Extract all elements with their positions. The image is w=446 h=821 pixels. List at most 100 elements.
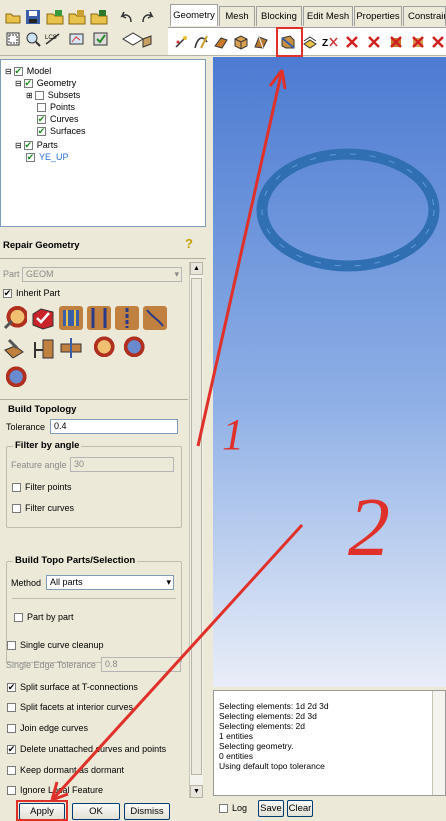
geometry-tools: Z (168, 27, 446, 55)
message-console: Selecting elements: 1d 2d 3d Selecting e… (213, 690, 446, 796)
scroll-up-arrow-icon[interactable]: ▲ (190, 262, 203, 275)
panel-title: Repair Geometry (3, 240, 80, 251)
tolerance-input[interactable]: 0.4 (50, 419, 178, 434)
console-line: Selecting geometry. (219, 741, 294, 751)
close-holes-icon[interactable] (59, 306, 83, 330)
graphics-viewport[interactable] (213, 57, 446, 687)
panel-scroll-area: Part GEOM ▾ ✔ Inherit Part Build Topology … (0, 262, 188, 798)
save-log-button[interactable]: Save (258, 800, 284, 817)
create-curve-icon[interactable] (192, 33, 210, 51)
tree-item-curves[interactable]: ✔ Curves (37, 113, 79, 125)
tab-blocking[interactable]: Blocking (256, 6, 302, 26)
delete-body-icon[interactable] (409, 33, 427, 51)
save-icon[interactable] (24, 8, 42, 26)
expand-icon[interactable]: ⊞ (26, 91, 33, 100)
redo-icon[interactable] (139, 8, 157, 26)
create-surface-icon[interactable] (212, 33, 230, 51)
scroll-down-arrow-icon[interactable]: ▼ (190, 785, 203, 798)
feature-detect-fillets-icon[interactable] (121, 336, 145, 360)
feature-angle-input[interactable]: 30 (70, 457, 174, 472)
open-folder-icon[interactable] (4, 8, 22, 26)
console-line: 0 entities (219, 751, 254, 761)
chevron-down-icon: ▾ (166, 577, 171, 587)
tab-mesh[interactable]: Mesh (219, 6, 255, 26)
clear-log-button[interactable]: Clear (287, 800, 313, 817)
zoom-icon[interactable] (24, 30, 42, 48)
restore-dormant-icon[interactable]: Z (321, 33, 339, 51)
help-icon[interactable]: ? (185, 236, 199, 252)
open-mesh-icon[interactable] (68, 8, 86, 26)
display-icon[interactable] (68, 30, 86, 48)
delete-surface-icon[interactable] (387, 33, 405, 51)
tree-item-points[interactable]: Points (37, 101, 75, 113)
tab-properties[interactable]: Properties (354, 6, 402, 26)
undo-icon[interactable] (117, 8, 135, 26)
log-checkbox[interactable]: Log (219, 803, 247, 813)
single-curve-cleanup-checkbox[interactable]: Single curve cleanup (7, 640, 104, 650)
divider (12, 598, 176, 599)
divider (0, 258, 206, 259)
svg-text:LCS: LCS (45, 35, 57, 41)
tree-item-model[interactable]: ⊟ ✔ Model (5, 65, 51, 77)
collapse-icon[interactable]: ⊟ (5, 67, 12, 76)
symmetry-repair-icon[interactable] (3, 366, 27, 390)
remove-holes-icon[interactable] (87, 306, 111, 330)
make-normals-consistent-icon[interactable] (31, 336, 55, 360)
create-faceted-icon[interactable] (252, 33, 270, 51)
open-blocking-icon[interactable] (90, 8, 108, 26)
feature-detect-buttons-icon[interactable] (91, 336, 115, 360)
collapse-icon[interactable]: ⊟ (15, 141, 22, 150)
scroll-thumb[interactable] (191, 278, 202, 775)
tab-constraints[interactable]: Constrain (403, 6, 446, 26)
geometry-transform-icon[interactable] (301, 33, 319, 51)
measure-distance-icon[interactable]: LCS (44, 30, 62, 48)
console-line: Selecting elements: 2d 3d (219, 711, 317, 721)
feature-detect-bolt-holes-icon[interactable] (59, 336, 83, 360)
tolerance-label: Tolerance (6, 422, 46, 432)
delete-point-icon[interactable] (343, 33, 361, 51)
build-topology-header (0, 399, 188, 400)
tree-item-surfaces[interactable]: ✔ Surfaces (37, 125, 86, 137)
tab-geometry[interactable]: Geometry (170, 4, 218, 26)
filter-points-checkbox[interactable]: Filter points (12, 482, 72, 492)
method-select[interactable]: All parts ▾ (46, 575, 174, 590)
delete-unattached-checkbox[interactable]: ✔ Delete unattached curves and points (7, 744, 166, 754)
create-body-icon[interactable] (232, 33, 250, 51)
tree-item-parts[interactable]: ⊟ ✔ Parts (15, 139, 58, 151)
split-folded-surfaces-icon[interactable] (143, 306, 167, 330)
adjust-varying-thickness-icon[interactable] (3, 336, 27, 360)
fit-window-icon[interactable] (4, 30, 22, 48)
split-surface-checkbox[interactable]: ✔ Split surface at T-connections (7, 682, 138, 692)
console-scrollbar[interactable] (432, 691, 445, 795)
inherit-part-checkbox[interactable]: ✔ Inherit Part (3, 288, 60, 298)
tree-item-subsets[interactable]: ⊞ Subsets (26, 89, 80, 101)
part-select[interactable]: GEOM ▾ (22, 267, 182, 282)
tree-item-geometry[interactable]: ⊟ ✔ Geometry (15, 77, 76, 89)
filter-curves-checkbox[interactable]: Filter curves (12, 503, 74, 513)
console-line: Using default topo tolerance (219, 761, 325, 771)
split-facets-checkbox[interactable]: Split facets at interior curves (7, 702, 133, 712)
create-point-icon[interactable] (172, 33, 190, 51)
stitch-match-edges-icon[interactable] (115, 306, 139, 330)
ok-button[interactable]: OK (72, 803, 120, 820)
single-edge-tolerance-input[interactable]: 0.8 (101, 657, 181, 672)
dismiss-button[interactable]: Dismiss (124, 803, 170, 820)
ignore-local-feature-checkbox[interactable]: Ignore Local Feature (7, 785, 103, 795)
open-geometry-icon[interactable] (46, 8, 64, 26)
update-icon[interactable] (92, 30, 110, 48)
delete-curve-icon[interactable] (365, 33, 383, 51)
keep-dormant-checkbox[interactable]: Keep dormant as dormant (7, 765, 124, 775)
build-diagnostic-topology-icon[interactable] (31, 306, 55, 330)
filter-by-angle-title: Filter by angle (13, 440, 82, 451)
tab-edit-mesh[interactable]: Edit Mesh (303, 6, 353, 26)
chevron-down-icon: ▾ (174, 269, 179, 279)
check-geometry-icon[interactable] (3, 306, 27, 330)
solid-view-icon[interactable] (118, 30, 154, 48)
join-edge-curves-checkbox[interactable]: Join edge curves (7, 723, 88, 733)
part-by-part-checkbox[interactable]: Part by part (14, 612, 74, 622)
tree-item-part-ye-up[interactable]: ✔ YE_UP (26, 151, 69, 163)
ring-geometry (256, 148, 440, 272)
collapse-icon[interactable]: ⊟ (15, 79, 22, 88)
panel-scrollbar[interactable]: ▲ ▼ (189, 262, 203, 798)
delete-any-entity-icon[interactable] (429, 33, 446, 51)
